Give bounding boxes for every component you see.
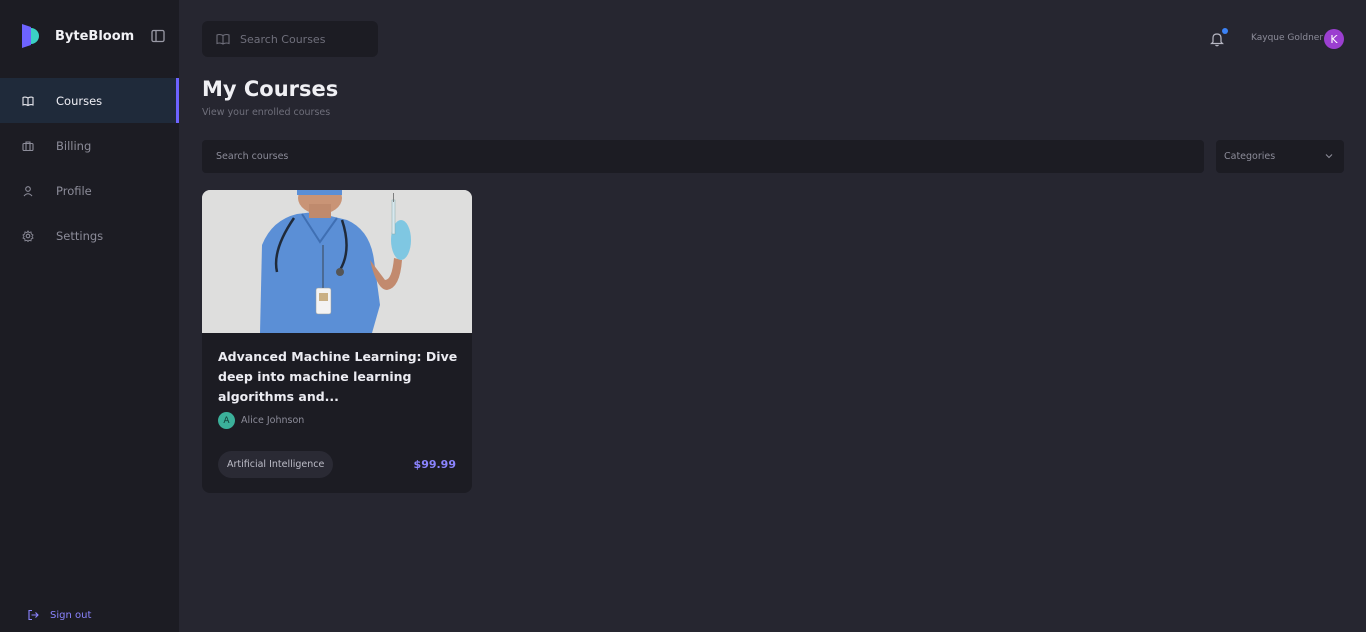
page-subtitle: View your enrolled courses: [202, 107, 331, 118]
page-title: My Courses: [202, 77, 339, 101]
course-search-placeholder: Search courses: [216, 151, 289, 162]
global-search-placeholder: Search Courses: [240, 32, 326, 46]
brand: ByteBloom: [0, 0, 179, 72]
sidebar-toggle-icon[interactable]: [151, 29, 165, 43]
sidebar: ByteBloom Courses Billing Profile Settin…: [0, 0, 179, 632]
categories-label: Categories: [1224, 151, 1276, 162]
user-icon: [22, 185, 34, 197]
main-content: Search Courses Kayque Goldner K My Cours…: [179, 0, 1366, 632]
course-thumbnail: [202, 190, 472, 333]
brand-name: ByteBloom: [55, 28, 135, 44]
notification-dot: [1222, 28, 1228, 34]
app: ByteBloom Courses Billing Profile Settin…: [0, 0, 1366, 632]
user-avatar[interactable]: K: [1324, 29, 1344, 49]
logo-icon: [22, 24, 39, 48]
course-author: A Alice Johnson: [218, 412, 304, 429]
gear-icon: [22, 229, 34, 242]
sidebar-item-settings[interactable]: Settings: [0, 213, 179, 258]
category-badge: Artificial Intelligence: [218, 451, 334, 478]
author-avatar: A: [218, 412, 235, 429]
sidebar-item-label: Settings: [56, 228, 104, 243]
course-search-input[interactable]: Search courses: [202, 140, 1204, 173]
user-name[interactable]: Kayque Goldner: [1251, 33, 1323, 43]
course-title[interactable]: Advanced Machine Learning: Dive deep int…: [218, 347, 458, 407]
sidebar-nav: Courses Billing Profile Settings: [0, 78, 179, 258]
book-icon: [22, 95, 34, 107]
sign-out-button[interactable]: Sign out: [27, 609, 91, 621]
sidebar-item-label: Profile: [56, 183, 92, 198]
chevron-down-icon: [1325, 154, 1333, 159]
notification-bell-icon[interactable]: [1210, 31, 1224, 47]
book-icon: [216, 33, 230, 45]
sidebar-item-label: Courses: [56, 93, 103, 108]
course-card[interactable]: Advanced Machine Learning: Dive deep int…: [202, 190, 472, 493]
sidebar-item-courses[interactable]: Courses: [0, 78, 179, 123]
sign-out-icon: [28, 609, 39, 621]
sidebar-item-label: Billing: [56, 138, 92, 153]
briefcase-icon: [22, 140, 34, 152]
global-search[interactable]: Search Courses: [202, 21, 378, 57]
sidebar-item-profile[interactable]: Profile: [0, 168, 179, 213]
course-price: $99.99: [413, 458, 456, 471]
sign-out-label: Sign out: [50, 609, 92, 621]
sidebar-item-billing[interactable]: Billing: [0, 123, 179, 168]
author-name: Alice Johnson: [241, 415, 305, 426]
categories-select[interactable]: Categories: [1216, 140, 1344, 173]
